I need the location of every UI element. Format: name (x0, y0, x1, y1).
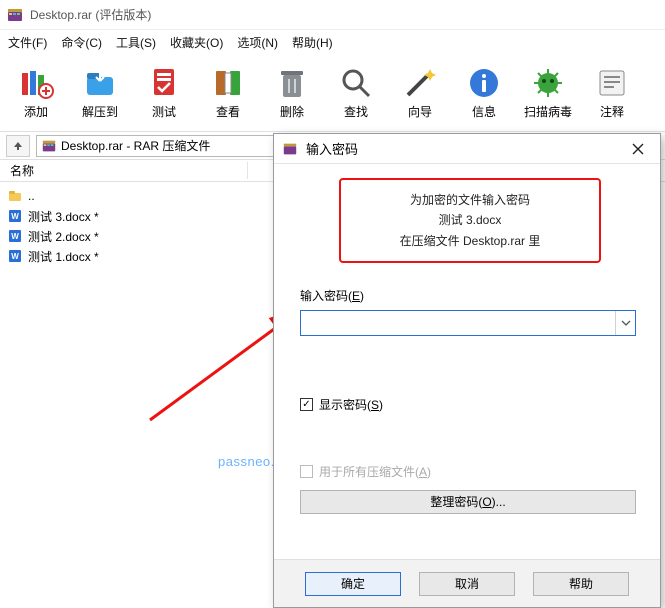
comment-icon (594, 65, 630, 101)
use-all-label: 用于所有压缩文件(A) (319, 463, 431, 480)
dialog-message-box: 为加密的文件输入密码 测试 3.docx 在压缩文件 Desktop.rar 里 (339, 178, 601, 263)
show-password-label: 显示密码(S) (319, 396, 383, 413)
address-text: Desktop.rar - RAR 压缩文件 (61, 137, 210, 154)
organize-passwords-button[interactable]: 整理密码(O)... (300, 490, 636, 514)
trash-icon (274, 65, 310, 101)
docx-icon: W (8, 209, 22, 223)
toolbar-test[interactable]: 测试 (132, 58, 196, 128)
svg-text:W: W (11, 232, 19, 241)
toolbar-info-label: 信息 (472, 103, 496, 120)
menu-tools[interactable]: 工具(S) (116, 34, 156, 51)
menu-file[interactable]: 文件(F) (8, 34, 47, 51)
toolbar-delete[interactable]: 删除 (260, 58, 324, 128)
menu-options[interactable]: 选项(N) (237, 34, 278, 51)
test-icon (146, 65, 182, 101)
dialog-footer: 确定 取消 帮助 (274, 559, 660, 607)
winrar-icon (6, 6, 24, 24)
menu-help[interactable]: 帮助(H) (292, 34, 333, 51)
svg-text:W: W (11, 252, 19, 261)
toolbar-scan[interactable]: 扫描病毒 (516, 58, 580, 128)
view-icon (210, 65, 246, 101)
use-all-checkbox[interactable] (300, 465, 313, 478)
dialog-msg-line2: 测试 3.docx (349, 210, 591, 230)
svg-text:W: W (11, 212, 19, 221)
toolbar: 添加 解压到 测试 查看 删除 查找 向导 信息 扫描病毒 注释 (0, 54, 665, 132)
folder-icon (8, 189, 22, 203)
cancel-button[interactable]: 取消 (419, 572, 515, 596)
show-password-checkbox[interactable]: ✓ (300, 398, 313, 411)
toolbar-wizard-label: 向导 (408, 103, 432, 120)
nav-up-button[interactable] (6, 135, 30, 157)
toolbar-find[interactable]: 查找 (324, 58, 388, 128)
password-dropdown-button[interactable] (615, 311, 635, 335)
menu-command[interactable]: 命令(C) (61, 34, 102, 51)
toolbar-delete-label: 删除 (280, 103, 304, 120)
dialog-body: 为加密的文件输入密码 测试 3.docx 在压缩文件 Desktop.rar 里… (274, 164, 660, 514)
extract-icon (82, 65, 118, 101)
toolbar-test-label: 测试 (152, 103, 176, 120)
toolbar-scan-label: 扫描病毒 (524, 103, 572, 120)
toolbar-extract-label: 解压到 (82, 103, 118, 120)
password-combobox[interactable] (300, 310, 636, 336)
password-dialog: 输入密码 为加密的文件输入密码 测试 3.docx 在压缩文件 Desktop.… (273, 133, 661, 608)
file-name: 测试 2.docx * (28, 228, 99, 245)
file-name: 测试 3.docx * (28, 208, 99, 225)
books-add-icon (18, 65, 54, 101)
dialog-msg-line1: 为加密的文件输入密码 (349, 190, 591, 210)
chevron-down-icon (621, 318, 631, 328)
show-password-row[interactable]: ✓ 显示密码(S) (300, 396, 640, 413)
file-name: 测试 1.docx * (28, 248, 99, 265)
menubar: 文件(F) 命令(C) 工具(S) 收藏夹(O) 选项(N) 帮助(H) (0, 30, 665, 54)
info-icon (466, 65, 502, 101)
docx-icon: W (8, 229, 22, 243)
dialog-title: 输入密码 (306, 139, 616, 158)
column-name[interactable]: 名称 (8, 162, 248, 179)
help-button[interactable]: 帮助 (533, 572, 629, 596)
toolbar-comment[interactable]: 注释 (580, 58, 644, 128)
dialog-close-button[interactable] (624, 138, 652, 160)
password-label: 输入密码(E) (300, 287, 640, 304)
dialog-msg-line3: 在压缩文件 Desktop.rar 里 (349, 231, 591, 251)
key-prompt-icon (282, 141, 298, 157)
ok-button[interactable]: 确定 (305, 572, 401, 596)
docx-icon: W (8, 249, 22, 263)
use-all-row[interactable]: 用于所有压缩文件(A) (300, 463, 640, 480)
toolbar-extract[interactable]: 解压到 (68, 58, 132, 128)
menu-favorites[interactable]: 收藏夹(O) (170, 34, 223, 51)
toolbar-wizard[interactable]: 向导 (388, 58, 452, 128)
toolbar-view-label: 查看 (216, 103, 240, 120)
toolbar-add-label: 添加 (24, 103, 48, 120)
wand-icon (402, 65, 438, 101)
window-title: Desktop.rar (评估版本) (30, 6, 151, 23)
toolbar-info[interactable]: 信息 (452, 58, 516, 128)
close-icon (632, 143, 644, 155)
archive-icon (41, 138, 57, 154)
password-input[interactable] (301, 312, 615, 334)
search-icon (338, 65, 374, 101)
toolbar-comment-label: 注释 (600, 103, 624, 120)
window-titlebar: Desktop.rar (评估版本) (0, 0, 665, 30)
virus-scan-icon (530, 65, 566, 101)
dialog-titlebar: 输入密码 (274, 134, 660, 164)
arrow-up-icon (12, 140, 24, 152)
toolbar-view[interactable]: 查看 (196, 58, 260, 128)
toolbar-find-label: 查找 (344, 103, 368, 120)
file-name: .. (28, 189, 35, 203)
toolbar-add[interactable]: 添加 (4, 58, 68, 128)
